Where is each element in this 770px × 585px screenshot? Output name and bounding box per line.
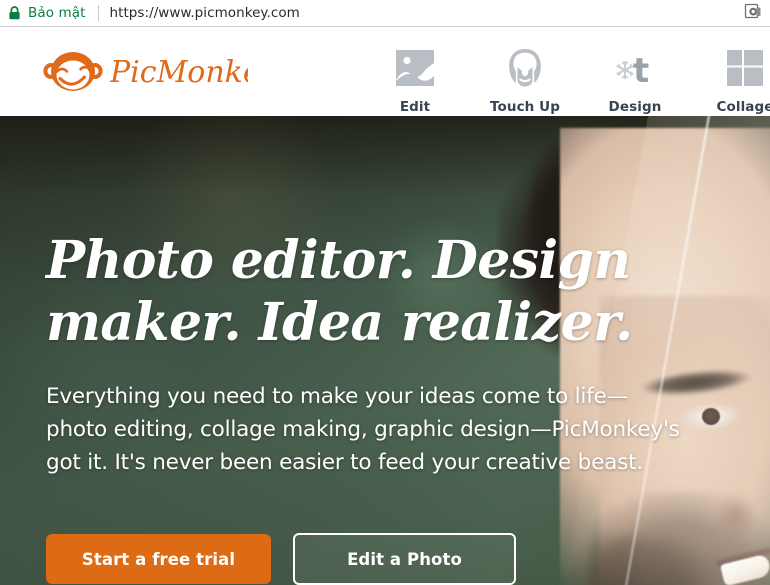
browser-window: Bảo mật https://www.picmonkey.com PicMon… (0, 0, 770, 585)
hero-subheadline: Everything you need to make your ideas c… (46, 384, 680, 475)
lock-icon (8, 6, 21, 20)
hero-cta-row: Start a free trial Edit a Photo (46, 533, 516, 585)
url-bar-right-group[interactable] (744, 2, 764, 25)
security-status-label: Bảo mật (28, 5, 86, 21)
svg-text:PicMonkey: PicMonkey (110, 55, 248, 90)
nav-item-touch-up[interactable]: Touch Up (470, 38, 580, 115)
url-text[interactable]: https://www.picmonkey.com (110, 5, 300, 21)
svg-text:t: t (633, 51, 649, 89)
site-header: PicMonkey Edit (0, 28, 770, 116)
nav-item-edit[interactable]: Edit (360, 38, 470, 115)
picmonkey-wordmark: PicMonkey (110, 50, 248, 94)
photo-beard-lower (560, 536, 710, 585)
photo-iris (702, 408, 720, 425)
url-bar-left-group[interactable]: Bảo mật https://www.picmonkey.com (8, 5, 744, 21)
hero-copy: Photo editor. Design maker. Idea realize… (46, 230, 686, 479)
edit-a-photo-button[interactable]: Edit a Photo (293, 533, 516, 585)
picmonkey-logo[interactable]: PicMonkey (42, 48, 248, 96)
save-to-extension-icon[interactable] (744, 2, 762, 25)
photo-image-icon (394, 46, 436, 90)
snowflake-t-icon: t (614, 46, 656, 90)
nav-label-edit: Edit (399, 99, 431, 115)
url-divider (97, 5, 99, 21)
hero-headline: Photo editor. Design maker. Idea realize… (46, 230, 633, 353)
monkey-face-logo-icon (42, 50, 104, 94)
main-navigation: Edit Touch Up t Design Collage (360, 38, 770, 115)
nav-label-collage: Collage (716, 99, 770, 115)
nav-label-design: Design (608, 99, 662, 115)
browser-url-bar[interactable]: Bảo mật https://www.picmonkey.com (0, 0, 770, 27)
face-portrait-icon (504, 46, 546, 90)
start-free-trial-button[interactable]: Start a free trial (46, 534, 271, 584)
nav-item-collage[interactable]: Collage (690, 38, 770, 115)
nav-label-touch-up: Touch Up (489, 99, 561, 115)
hero-banner: Photo editor. Design maker. Idea realize… (0, 116, 770, 585)
nav-item-design[interactable]: t Design (580, 38, 690, 115)
grid-panels-icon (724, 46, 766, 90)
